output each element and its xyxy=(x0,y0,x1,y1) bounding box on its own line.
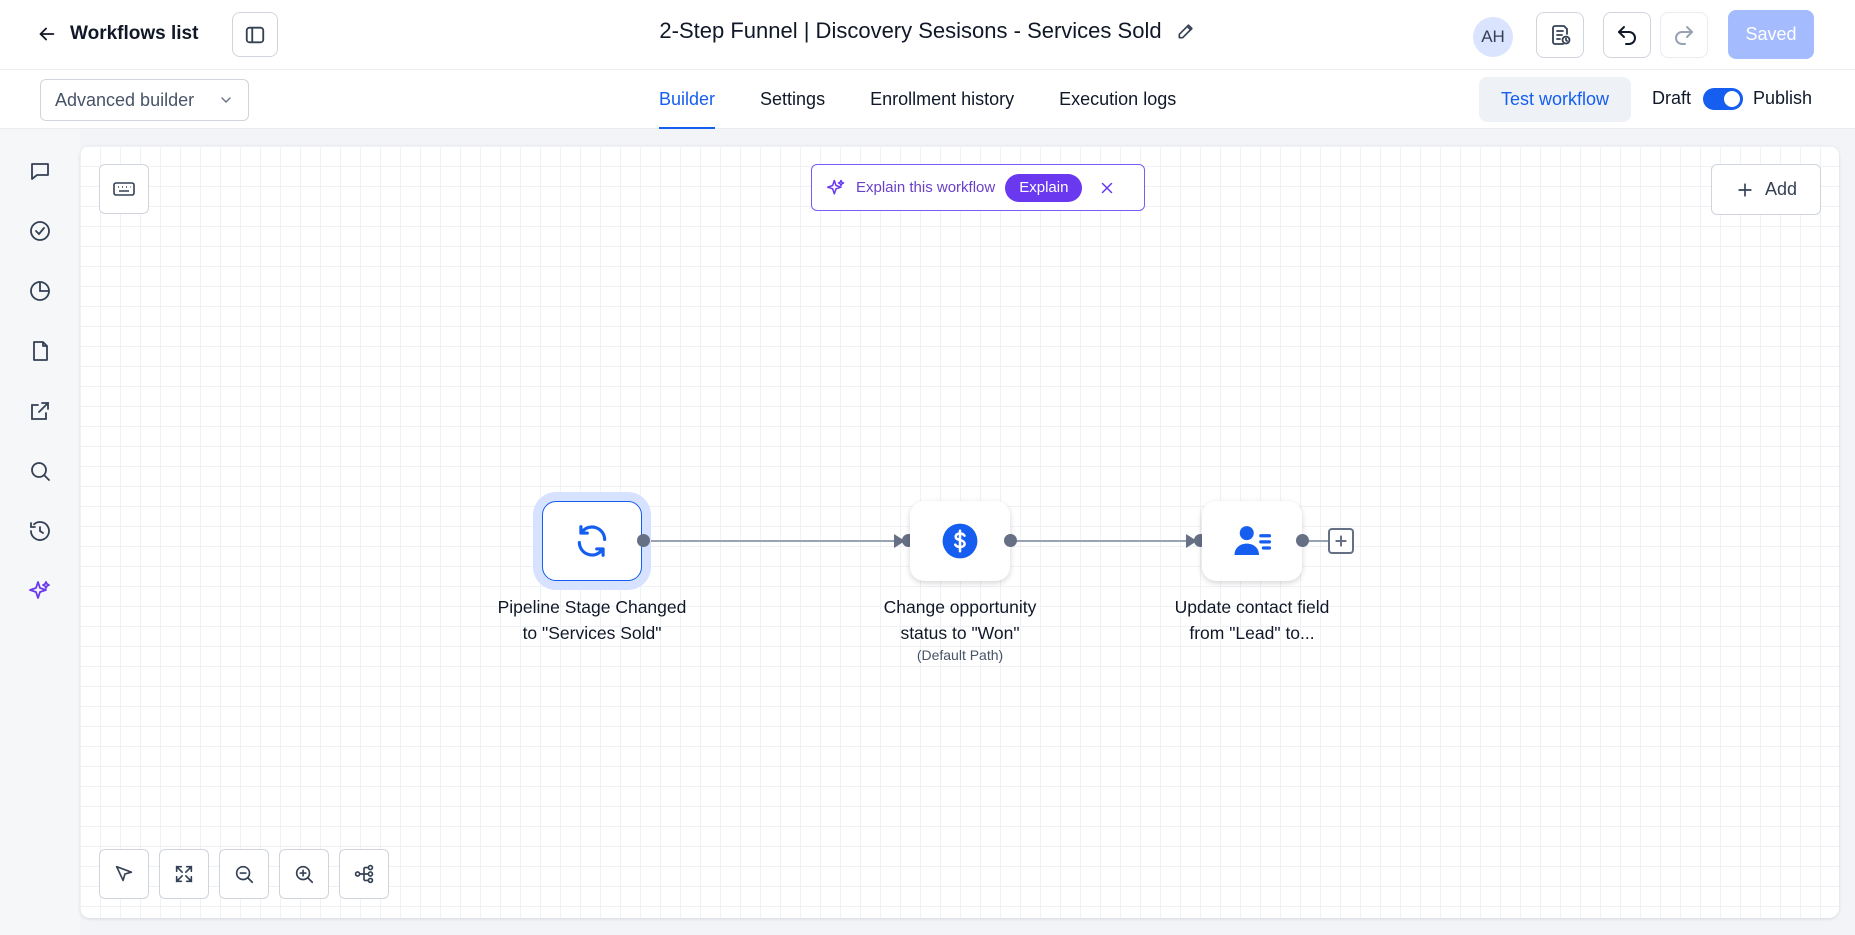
node-output-port[interactable] xyxy=(1004,534,1017,547)
tab-builder[interactable]: Builder xyxy=(659,70,716,129)
file-icon[interactable] xyxy=(26,337,54,365)
sidebar-toggle-button[interactable] xyxy=(232,12,278,57)
refresh-icon xyxy=(573,522,611,560)
action2-label-line1: Update contact field xyxy=(1174,597,1330,617)
zoom-in-icon xyxy=(293,863,315,885)
sparkle-icon[interactable] xyxy=(26,577,54,605)
select-tool-button[interactable] xyxy=(99,849,149,899)
chevron-down-icon xyxy=(218,92,234,108)
expand-icon xyxy=(173,863,195,885)
check-circle-icon[interactable] xyxy=(26,217,54,245)
edit-title-pencil-icon[interactable] xyxy=(1176,21,1196,41)
zoom-out-icon xyxy=(233,863,255,885)
zoom-out-button[interactable] xyxy=(219,849,269,899)
left-sidebar xyxy=(0,129,80,935)
explain-workflow-banner: Explain this workflow Explain xyxy=(811,164,1145,211)
workflow-node-change-opportunity[interactable] xyxy=(910,501,1010,581)
trigger-label-line1: Pipeline Stage Changed xyxy=(497,597,687,617)
add-button[interactable]: Add xyxy=(1711,164,1821,215)
publish-toggle[interactable] xyxy=(1703,88,1743,110)
plus-icon xyxy=(1735,180,1755,200)
publish-label: Publish xyxy=(1753,88,1813,108)
redo-button[interactable] xyxy=(1660,12,1708,58)
saved-button[interactable]: Saved xyxy=(1728,10,1814,59)
draft-label: Draft xyxy=(1652,88,1692,108)
workflow-node-update-contact[interactable] xyxy=(1202,501,1302,581)
auto-layout-button[interactable] xyxy=(339,849,389,899)
history-icon[interactable] xyxy=(26,517,54,545)
action2-label: Update contact field from "Lead" to... xyxy=(1142,594,1362,646)
zoom-in-button[interactable] xyxy=(279,849,329,899)
add-step-button[interactable] xyxy=(1328,528,1354,554)
version-history-button[interactable] xyxy=(1536,12,1584,58)
search-icon[interactable] xyxy=(26,457,54,485)
pie-chart-icon[interactable] xyxy=(26,277,54,305)
undo-button[interactable] xyxy=(1603,12,1651,58)
explain-button[interactable]: Explain xyxy=(1005,173,1083,202)
trigger-label-line2: to "Services Sold" xyxy=(522,623,662,643)
tab-settings[interactable]: Settings xyxy=(760,70,825,129)
plus-icon xyxy=(1333,533,1349,549)
arrow-left-icon xyxy=(36,23,58,45)
external-link-icon[interactable] xyxy=(26,397,54,425)
user-avatar[interactable]: AH xyxy=(1473,17,1513,57)
sub-header: Advanced builder Builder Settings Enroll… xyxy=(0,70,1855,129)
chat-icon[interactable] xyxy=(26,157,54,185)
sparkle-icon xyxy=(826,178,846,198)
node-output-port[interactable] xyxy=(1296,534,1309,547)
fit-view-button[interactable] xyxy=(159,849,209,899)
explain-text: Explain this workflow xyxy=(856,179,996,196)
keyboard-shortcuts-button[interactable] xyxy=(99,164,149,214)
action2-label-line2: from "Lead" to... xyxy=(1189,623,1315,643)
workflow-node-trigger[interactable] xyxy=(542,501,642,581)
close-icon[interactable] xyxy=(1098,179,1116,197)
tab-enrollment-history[interactable]: Enrollment history xyxy=(870,70,1014,129)
redo-icon xyxy=(1672,23,1696,47)
builder-mode-value: Advanced builder xyxy=(55,89,195,110)
top-header: Workflows list 2-Step Funnel | Discovery… xyxy=(0,0,1855,70)
trigger-label: Pipeline Stage Changed to "Services Sold… xyxy=(482,594,702,646)
action1-label-line1: Change opportunity xyxy=(883,597,1037,617)
node-output-port[interactable] xyxy=(637,534,650,547)
contact-icon xyxy=(1231,520,1273,562)
back-label: Workflows list xyxy=(70,23,199,44)
pointer-icon xyxy=(113,863,135,885)
keyboard-icon xyxy=(112,177,136,201)
undo-icon xyxy=(1615,23,1639,47)
workflow-canvas[interactable]: Explain this workflow Explain Add Pipeli… xyxy=(80,146,1839,918)
workflow-title: 2-Step Funnel | Discovery Sesisons - Ser… xyxy=(659,18,1162,43)
tab-execution-logs[interactable]: Execution logs xyxy=(1059,70,1176,129)
main-tabs: Builder Settings Enrollment history Exec… xyxy=(659,70,1176,129)
action1-sublabel: (Default Path) xyxy=(916,647,1004,663)
panel-left-icon xyxy=(244,24,266,46)
document-clock-icon xyxy=(1548,23,1572,47)
action1-label: Change opportunity status to "Won" (Defa… xyxy=(850,594,1070,664)
back-to-workflows-link[interactable]: Workflows list xyxy=(36,16,198,52)
builder-mode-select[interactable]: Advanced builder xyxy=(40,79,249,121)
add-label: Add xyxy=(1764,179,1798,199)
test-workflow-button[interactable]: Test workflow xyxy=(1479,77,1631,122)
flow-layout-icon xyxy=(353,863,375,885)
action1-label-line2: status to "Won" xyxy=(900,623,1020,643)
dollar-icon xyxy=(941,522,979,560)
